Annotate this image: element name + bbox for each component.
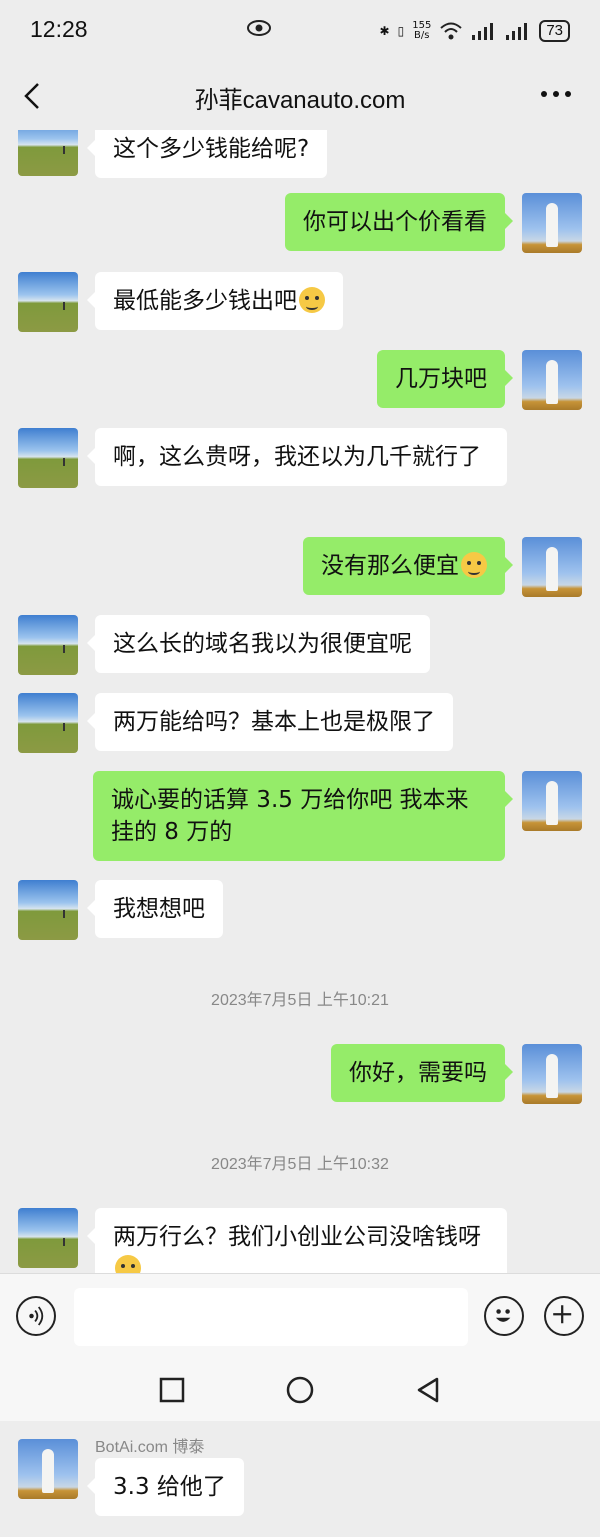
chat-timestamp: 2023年7月5日 上午10:32 bbox=[211, 1156, 389, 1173]
message-bubble-outgoing[interactable]: 诚心要的话算 3.5 万给你吧 我本来挂的 8 万的 bbox=[93, 771, 513, 861]
contact-avatar[interactable] bbox=[18, 1208, 78, 1268]
wifi-icon bbox=[440, 22, 462, 40]
eye-icon bbox=[247, 20, 271, 36]
my-avatar[interactable] bbox=[522, 771, 582, 831]
status-time: 12:28 bbox=[30, 16, 88, 42]
message-bubble-incoming[interactable]: 两万行么？我们小创业公司没啥钱呀 bbox=[87, 1208, 507, 1273]
triangle-back-icon[interactable] bbox=[413, 1375, 443, 1405]
message-list[interactable]: 这个多少钱能给呢? 你可以出个价看看 最低能多少钱出吧 几万块吧 啊，这么贵呀，… bbox=[0, 130, 600, 1273]
sender-avatar[interactable] bbox=[18, 1439, 78, 1499]
reply-message-card: BotAi.com 博泰 3.3 给他了 bbox=[0, 1421, 600, 1537]
my-avatar[interactable] bbox=[522, 537, 582, 597]
system-nav-bar bbox=[0, 1357, 600, 1421]
net-speed: 155 B/s bbox=[412, 20, 432, 41]
contact-avatar[interactable] bbox=[18, 428, 78, 488]
chat-header: 孙菲cavanauto.com bbox=[0, 62, 600, 130]
vibrate-icon: ▯ bbox=[397, 24, 405, 38]
laugh-cry-emoji-icon bbox=[299, 287, 325, 313]
signal-icon-2 bbox=[506, 23, 528, 40]
message-bubble-outgoing[interactable]: 你好，需要吗 bbox=[331, 1044, 513, 1102]
laugh-cry-emoji-icon bbox=[115, 1255, 141, 1273]
contact-avatar[interactable] bbox=[18, 130, 78, 176]
message-bubble-outgoing[interactable]: 没有那么便宜 bbox=[303, 537, 513, 595]
message-bubble-incoming[interactable]: 我想想吧 bbox=[87, 880, 223, 938]
message-bubble-incoming[interactable]: 两万能给吗？基本上也是极限了 bbox=[87, 693, 453, 751]
message-bubble-outgoing[interactable]: 你可以出个价看看 bbox=[285, 193, 513, 251]
message-bubble-incoming[interactable]: 这么长的域名我以为很便宜呢 bbox=[87, 615, 430, 673]
contact-avatar[interactable] bbox=[18, 615, 78, 675]
more-dots-icon[interactable] bbox=[540, 84, 572, 104]
message-bubble-outgoing[interactable]: 几万块吧 bbox=[377, 350, 513, 408]
chat-title: 孙菲cavanauto.com bbox=[194, 87, 406, 114]
message-input[interactable] bbox=[74, 1288, 468, 1346]
status-bar: 12:28 ✱ ▯ 155 B/s 73 bbox=[0, 0, 600, 62]
battery-icon: 73 bbox=[539, 20, 570, 42]
plus-icon[interactable] bbox=[544, 1296, 584, 1336]
emoji-icon[interactable] bbox=[484, 1296, 524, 1336]
voice-icon[interactable] bbox=[16, 1296, 56, 1336]
message-bubble-incoming[interactable]: 啊，这么贵呀，我还以为几千就行了 bbox=[87, 428, 507, 486]
square-icon[interactable] bbox=[157, 1375, 187, 1405]
my-avatar[interactable] bbox=[522, 350, 582, 410]
my-avatar[interactable] bbox=[522, 193, 582, 253]
message-bubble-incoming[interactable]: 这个多少钱能给呢? bbox=[86, 130, 328, 178]
contact-avatar[interactable] bbox=[18, 880, 78, 940]
bluetooth-icon: ✱ bbox=[379, 24, 390, 38]
my-avatar[interactable] bbox=[522, 1044, 582, 1104]
signal-icon bbox=[472, 23, 494, 40]
message-bubble-incoming[interactable]: 3.3 给他了 bbox=[87, 1458, 244, 1516]
contact-avatar[interactable] bbox=[18, 272, 78, 332]
circle-icon[interactable] bbox=[285, 1375, 315, 1405]
contact-avatar[interactable] bbox=[18, 693, 78, 753]
nervous-emoji-icon bbox=[461, 552, 487, 578]
sender-name: BotAi.com 博泰 bbox=[95, 1439, 205, 1456]
chat-timestamp: 2023年7月5日 上午10:21 bbox=[211, 992, 389, 1009]
status-indicators: ✱ ▯ 155 B/s 73 bbox=[380, 16, 570, 46]
input-bar bbox=[0, 1273, 600, 1358]
message-bubble-incoming[interactable]: 最低能多少钱出吧 bbox=[87, 272, 343, 330]
